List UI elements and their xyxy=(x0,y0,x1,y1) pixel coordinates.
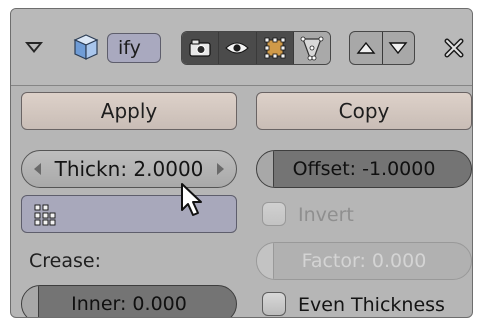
copy-button[interactable]: Copy xyxy=(256,92,472,130)
edit-cage-icon xyxy=(300,36,324,61)
even-thickness-checkbox[interactable] xyxy=(262,292,286,316)
invert-label: Invert xyxy=(298,204,354,226)
inner-crease-slider[interactable]: Inner: 0.000 xyxy=(21,285,237,317)
even-thickness-label: Even Thickness xyxy=(298,294,445,316)
eye-icon xyxy=(225,42,250,54)
render-toggle[interactable] xyxy=(182,32,219,64)
move-down-icon xyxy=(388,42,408,55)
offset-value: Offset: -1.0000 xyxy=(292,158,436,180)
display-toggle-group xyxy=(181,31,331,65)
move-down-button[interactable] xyxy=(381,32,415,64)
camera-icon xyxy=(189,39,211,57)
move-up-button[interactable] xyxy=(350,32,382,64)
vertex-group-field[interactable] xyxy=(21,195,237,233)
factor-slider[interactable]: Factor: 0.000 xyxy=(256,242,472,280)
reorder-group xyxy=(349,31,415,65)
inner-value: Inner: 0.000 xyxy=(71,293,187,315)
modifier-panel: ify Apply Copy Thickn: 2.0000 Offset: -1… xyxy=(10,8,473,318)
move-up-icon xyxy=(356,41,376,54)
apply-button[interactable]: Apply xyxy=(21,92,237,130)
factor-value: Factor: 0.000 xyxy=(301,250,427,272)
thickness-value: Thickn: 2.0000 xyxy=(54,157,204,181)
close-button[interactable] xyxy=(441,35,467,61)
offset-slider[interactable]: Offset: -1.0000 xyxy=(256,150,472,188)
thickness-field[interactable]: Thickn: 2.0000 xyxy=(21,150,237,188)
collapse-triangle-icon[interactable] xyxy=(25,42,43,53)
increment-arrow-icon[interactable] xyxy=(217,163,224,175)
invert-checkbox[interactable] xyxy=(262,202,286,226)
vertex-group-icon xyxy=(34,204,56,226)
editmode-toggle[interactable] xyxy=(255,32,293,64)
apply-label: Apply xyxy=(100,99,158,123)
cube-icon xyxy=(73,34,99,60)
decrement-arrow-icon[interactable] xyxy=(34,163,41,175)
modifier-header: ify xyxy=(11,9,472,86)
crease-label: Crease: xyxy=(29,250,101,272)
modifier-name-field[interactable]: ify xyxy=(107,33,161,63)
mouse-cursor-icon xyxy=(181,183,202,216)
vertex-select-icon xyxy=(264,37,286,59)
cage-toggle[interactable] xyxy=(292,32,330,64)
viewport-toggle[interactable] xyxy=(218,32,256,64)
copy-label: Copy xyxy=(338,99,390,123)
close-icon xyxy=(444,38,464,58)
